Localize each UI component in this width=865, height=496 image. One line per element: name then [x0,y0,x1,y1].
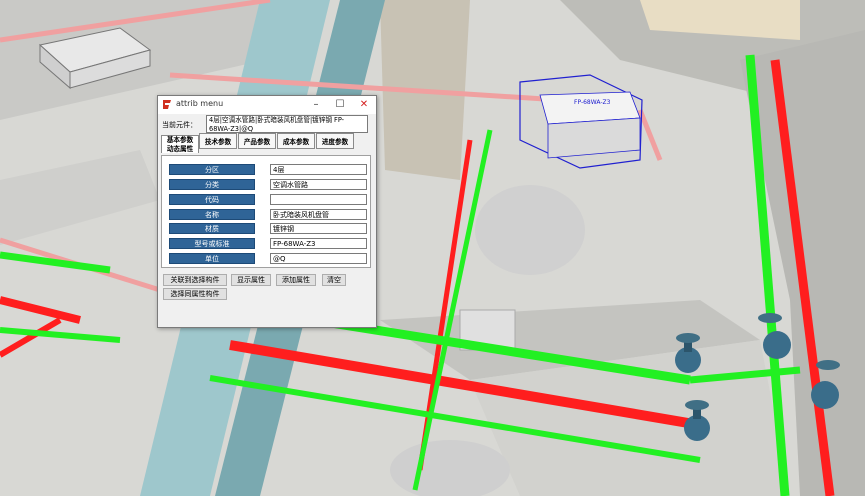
dental-chair [475,185,585,275]
maximize-icon[interactable]: ☐ [328,96,352,114]
subtab-dynamic-attrs: 动态属性 [166,145,194,153]
field-value-category[interactable]: 空调水管路 [270,179,367,190]
tab-basic-params[interactable]: 基本参数 动态属性 [161,135,199,153]
field-label-model: 型号或标准 [169,238,255,249]
field-value-code[interactable] [270,194,367,205]
tab-schedule-params[interactable]: 进度参数 [316,133,354,149]
attribute-panel: 分区 4层 分类 空调水管路 代码 名称 卧式暗装风机盘管 材质 镀锌钢 型号或… [161,155,371,268]
field-label-material: 材质 [169,223,255,234]
select-same-attr-button[interactable]: 选择同属性构件 [163,288,227,300]
current-element-field[interactable]: 4层|空调水管路|卧式暗装风机盘管|镀锌钢 FP-68WA-Z3|@Q [206,115,368,133]
show-attrs-button[interactable]: 显示属性 [231,274,271,286]
field-label-zone: 分区 [169,164,255,175]
tab-tech-params[interactable]: 技术参数 [199,133,237,149]
valve-icon [675,333,701,373]
close-icon[interactable]: ✕ [352,96,376,114]
field-value-zone[interactable]: 4层 [270,164,367,175]
current-element-label: 当前元件： [162,121,197,129]
tab-cost-params[interactable]: 成本参数 [277,133,315,149]
field-value-unit[interactable]: @Q [270,253,367,264]
title-bar[interactable]: attrib menu – ☐ ✕ [158,96,376,114]
app-icon [163,100,171,109]
field-label-name: 名称 [169,209,255,220]
valve-icon [684,400,710,441]
attrib-menu-window[interactable]: attrib menu – ☐ ✕ 当前元件： 4层|空调水管路|卧式暗装风机盘… [157,95,377,328]
tab-product-params[interactable]: 产品参数 [238,133,276,149]
field-label-code: 代码 [169,194,255,205]
clear-button[interactable]: 清空 [322,274,346,286]
window-title: attrib menu [176,99,224,108]
field-label-category: 分类 [169,179,255,190]
minimize-icon[interactable]: – [304,96,328,114]
field-value-material[interactable]: 镀锌钢 [270,223,367,234]
link-to-selected-button[interactable]: 关联到选择构件 [163,274,227,286]
field-value-model[interactable]: FP-68WA-Z3 [270,238,367,249]
add-attr-button[interactable]: 添加属性 [276,274,316,286]
unit-model-label: FP-68WA-Z3 [574,99,611,106]
field-value-name[interactable]: 卧式暗装风机盘管 [270,209,367,220]
field-label-unit: 单位 [169,253,255,264]
bim-3d-viewport[interactable]: FP-68WA-Z3 [0,0,865,496]
